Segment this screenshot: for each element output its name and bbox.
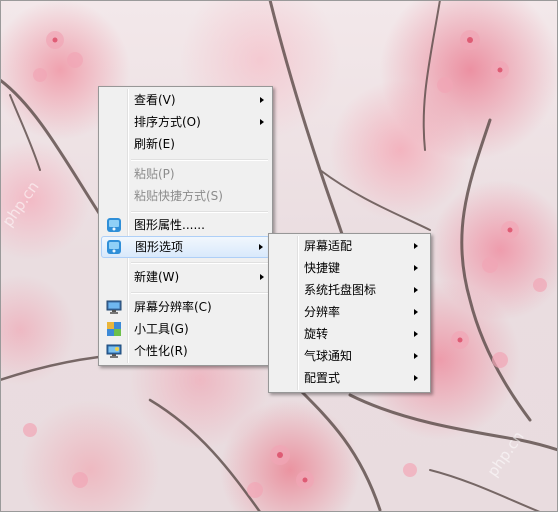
- intel-graphics-icon: [107, 218, 121, 232]
- monitor-icon: [106, 300, 122, 314]
- menu-item-sort-by[interactable]: 排序方式(O): [101, 111, 270, 133]
- menu-separator: [131, 262, 268, 264]
- menu-item-label: 排序方式(O): [134, 115, 201, 129]
- menu-item-gadgets[interactable]: 小工具(G): [101, 318, 270, 340]
- menu-item-label: 查看(V): [134, 93, 176, 107]
- menu-item-view[interactable]: 查看(V): [101, 89, 270, 111]
- menu-item-new[interactable]: 新建(W): [101, 266, 270, 288]
- menu-separator: [131, 159, 268, 161]
- submenu-item-resolution[interactable]: 分辨率: [271, 301, 428, 323]
- menu-item-personalize[interactable]: 个性化(R): [101, 340, 270, 362]
- menu-separator: [131, 211, 268, 213]
- submenu-arrow-icon: [260, 274, 264, 280]
- submenu-item-screen-fit[interactable]: 屏幕适配: [271, 235, 428, 257]
- menu-item-label: 图形选项: [135, 240, 184, 254]
- menu-item-label: 粘贴快捷方式(S): [134, 189, 223, 203]
- menu-item-label: 系统托盘图标: [304, 283, 377, 297]
- menu-item-label: 小工具(G): [134, 322, 189, 336]
- submenu-item-tray-icon[interactable]: 系统托盘图标: [271, 279, 428, 301]
- menu-item-label: 气球通知: [304, 349, 353, 363]
- submenu-arrow-icon: [260, 97, 264, 103]
- menu-item-label: 刷新(E): [134, 137, 175, 151]
- submenu-arrow-icon: [414, 353, 418, 359]
- submenu-arrow-icon: [414, 287, 418, 293]
- submenu-arrow-icon: [414, 243, 418, 249]
- graphics-options-submenu: 屏幕适配 快捷键 系统托盘图标 分辨率 旋转 气球通知 配置式: [268, 233, 431, 393]
- menu-item-label: 配置式: [304, 371, 341, 385]
- menu-item-label: 快捷键: [304, 261, 341, 275]
- menu-item-label: 屏幕适配: [304, 239, 353, 253]
- menu-item-screen-resolution[interactable]: 屏幕分辨率(C): [101, 296, 270, 318]
- menu-item-label: 旋转: [304, 327, 329, 341]
- submenu-arrow-icon: [259, 244, 263, 250]
- submenu-arrow-icon: [260, 119, 264, 125]
- desktop-context-menu: 查看(V) 排序方式(O) 刷新(E) 粘贴(P) 粘贴快捷方式(S) 图形属性…: [98, 86, 273, 366]
- menu-item-label: 粘贴(P): [134, 167, 175, 181]
- menu-item-label: 分辨率: [304, 305, 341, 319]
- menu-item-graphics-options[interactable]: 图形选项: [101, 236, 270, 258]
- submenu-arrow-icon: [414, 331, 418, 337]
- submenu-arrow-icon: [414, 265, 418, 271]
- submenu-item-hotkeys[interactable]: 快捷键: [271, 257, 428, 279]
- menu-item-graphics-properties[interactable]: 图形属性......: [101, 214, 270, 236]
- menu-item-paste-shortcut[interactable]: 粘贴快捷方式(S): [101, 185, 270, 207]
- menu-item-paste[interactable]: 粘贴(P): [101, 163, 270, 185]
- personalize-icon: [106, 344, 122, 358]
- menu-item-label: 屏幕分辨率(C): [134, 300, 212, 314]
- submenu-arrow-icon: [414, 375, 418, 381]
- menu-item-label: 图形属性......: [134, 218, 205, 232]
- menu-item-label: 新建(W): [134, 270, 180, 284]
- submenu-item-profiles[interactable]: 配置式: [271, 367, 428, 389]
- intel-graphics-options-icon: [107, 240, 121, 254]
- gadgets-icon: [107, 322, 121, 336]
- submenu-arrow-icon: [414, 309, 418, 315]
- menu-separator: [131, 292, 268, 294]
- menu-item-refresh[interactable]: 刷新(E): [101, 133, 270, 155]
- submenu-item-rotation[interactable]: 旋转: [271, 323, 428, 345]
- submenu-item-balloon-notify[interactable]: 气球通知: [271, 345, 428, 367]
- menu-item-label: 个性化(R): [134, 344, 188, 358]
